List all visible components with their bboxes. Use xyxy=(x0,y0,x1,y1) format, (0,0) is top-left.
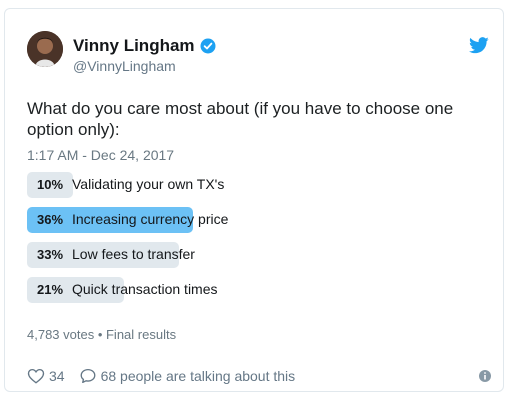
poll-option-label: Validating your own TX's xyxy=(72,176,225,192)
verified-icon xyxy=(200,38,216,54)
twitter-bird-icon[interactable] xyxy=(469,37,489,54)
poll-option: 10% Validating your own TX's xyxy=(27,172,487,198)
tweet-card: Vinny Lingham @VinnyLingham What do you … xyxy=(4,8,504,392)
talking-about-text: 68 people are talking about this xyxy=(100,368,296,384)
tweet-text: What do you care most about (if you have… xyxy=(27,99,454,139)
conversation-link[interactable]: 68 people are talking about this xyxy=(79,367,296,385)
info-icon[interactable] xyxy=(478,369,492,383)
poll-option: 33% Low fees to transfer xyxy=(27,242,487,268)
poll-option-percent: 33% xyxy=(37,247,64,262)
like-button[interactable]: 34 xyxy=(27,367,65,385)
poll: 10% Validating your own TX's 36% Increasing… xyxy=(27,172,487,312)
comment-icon xyxy=(80,368,96,384)
poll-option-label: Low fees to transfer xyxy=(72,246,195,262)
like-count: 34 xyxy=(49,368,65,384)
poll-option-label: Quick transaction times xyxy=(72,281,218,297)
poll-summary: 4,783 votes • Final results xyxy=(27,327,177,342)
tweet-actions: 34 68 people are talking about this xyxy=(27,367,492,385)
author-handle[interactable]: @VinnyLingham xyxy=(73,58,176,74)
poll-option-percent: 21% xyxy=(37,282,64,297)
avatar[interactable] xyxy=(27,31,63,67)
poll-option-percent: 36% xyxy=(37,212,64,227)
author-name[interactable]: Vinny Lingham xyxy=(73,36,195,56)
tweet-timestamp[interactable]: 1:17 AM - Dec 24, 2017 xyxy=(27,147,174,163)
heart-icon xyxy=(27,368,45,384)
poll-option: 36% Increasing currency price xyxy=(27,207,487,233)
poll-option-percent: 10% xyxy=(37,177,64,192)
poll-option: 21% Quick transaction times xyxy=(27,277,487,303)
poll-option-label: Increasing currency price xyxy=(72,211,229,227)
author-name-row[interactable]: Vinny Lingham xyxy=(73,36,216,56)
